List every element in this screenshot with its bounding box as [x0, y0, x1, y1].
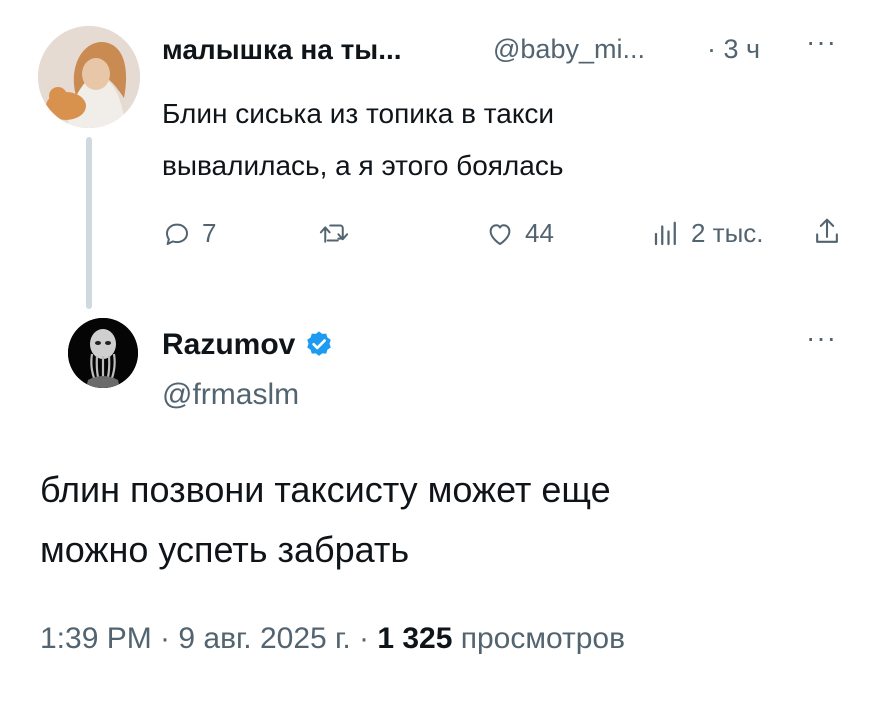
reply-views-count: 1 325: [377, 622, 453, 655]
parent-more-button[interactable]: ···: [806, 26, 837, 58]
retweet-icon: [317, 218, 351, 248]
views-count: 2 тыс.: [691, 218, 764, 248]
avatar-parent[interactable]: [38, 26, 140, 128]
reply-views-label: просмотров: [452, 622, 626, 655]
avatar-reply[interactable]: [68, 318, 138, 388]
parent-timestamp[interactable]: · 3 ч: [707, 34, 760, 65]
reply-display-name[interactable]: Razumov: [162, 328, 295, 362]
thread-connector-line: [86, 137, 92, 309]
reply-icon: [162, 219, 192, 249]
parent-tweet-text: Блин сиська из топика в такси вывалилась…: [162, 88, 802, 192]
reply-timestamp[interactable]: 1:39 PM · 9 авг. 2025 г. ·: [40, 622, 377, 655]
views-icon: [651, 219, 681, 249]
reply-text-line-2: можно успеть забрать: [40, 529, 410, 570]
parent-display-name[interactable]: малышка на ты...: [162, 34, 402, 66]
share-icon: [812, 216, 842, 248]
share-button[interactable]: [812, 216, 842, 248]
reply-more-button[interactable]: ···: [806, 322, 837, 354]
parent-text-line-1: Блин сиська из топика в такси: [162, 98, 555, 129]
like-button[interactable]: 44: [485, 218, 554, 249]
verified-badge-icon: [303, 329, 335, 361]
views-button[interactable]: 2 тыс.: [651, 218, 764, 249]
reply-author[interactable]: Razumov: [162, 328, 335, 362]
reply-tweet-text: блин позвони таксисту может еще можно ус…: [40, 460, 840, 580]
reply-meta: 1:39 PM · 9 авг. 2025 г. · 1 325 просмот…: [40, 622, 625, 656]
reply-text-line-1: блин позвони таксисту может еще: [40, 469, 611, 510]
like-icon: [485, 219, 515, 249]
reply-button[interactable]: 7: [162, 218, 216, 249]
parent-text-line-2: вывалилась, а я этого боялась: [162, 150, 564, 181]
reply-handle[interactable]: @frmaslm: [162, 378, 299, 412]
like-count: 44: [525, 218, 554, 248]
parent-handle[interactable]: @baby_mi...: [493, 34, 645, 65]
retweet-button[interactable]: [317, 218, 351, 248]
reply-count: 7: [202, 218, 217, 248]
